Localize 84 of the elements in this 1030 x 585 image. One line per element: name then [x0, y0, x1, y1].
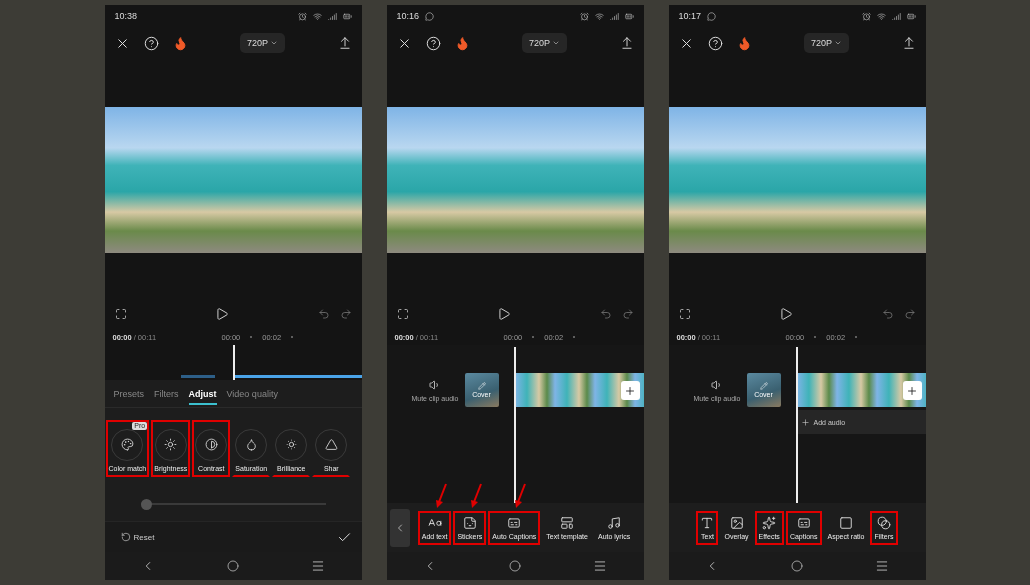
undo-icon[interactable] — [317, 308, 330, 320]
template-icon — [560, 515, 575, 530]
export-icon[interactable] — [619, 36, 634, 50]
help-icon[interactable] — [707, 35, 723, 51]
wifi-icon — [594, 11, 604, 21]
play-icon[interactable] — [497, 307, 511, 321]
wifi-icon — [312, 11, 322, 21]
fullscreen-icon[interactable] — [114, 308, 127, 320]
speaker-icon[interactable] — [710, 378, 723, 391]
signal-icon — [891, 11, 901, 21]
play-icon[interactable] — [779, 307, 793, 321]
home-nav-icon[interactable] — [791, 560, 803, 572]
square-icon — [839, 515, 853, 530]
menu-icon[interactable] — [311, 559, 326, 573]
reset-icon — [120, 532, 131, 543]
export-icon[interactable] — [901, 36, 916, 50]
status-time: 10:17 — [678, 11, 702, 21]
music-note-icon — [607, 515, 622, 530]
help-icon[interactable] — [143, 35, 159, 51]
help-icon[interactable] — [425, 35, 441, 51]
sticker-icon — [462, 515, 477, 530]
redo-icon[interactable] — [903, 308, 916, 320]
battery-icon — [624, 11, 634, 21]
brightness-icon — [164, 438, 178, 451]
caret-icon — [552, 39, 560, 47]
flame-icon[interactable] — [736, 35, 752, 51]
quality-dropdown[interactable]: 720P — [522, 33, 567, 53]
signal-icon — [327, 11, 337, 21]
palette-icon — [120, 438, 134, 451]
alarm-icon — [297, 11, 307, 21]
menu-icon[interactable] — [593, 559, 608, 573]
quality-dropdown[interactable]: 720P — [804, 33, 849, 53]
caret-icon — [270, 39, 278, 47]
filters-icon — [877, 515, 891, 530]
alarm-icon — [861, 11, 871, 21]
tab[interactable]: Adjust — [188, 382, 217, 405]
plus-icon — [800, 417, 810, 427]
pencil-icon — [759, 382, 768, 390]
signal-icon — [609, 11, 619, 21]
wifi-icon — [876, 11, 886, 21]
fullscreen-icon[interactable] — [396, 308, 409, 320]
sun-icon — [284, 438, 298, 451]
text-icon — [700, 515, 715, 530]
redo-icon[interactable] — [339, 308, 352, 320]
fullscreen-icon[interactable] — [678, 308, 691, 320]
sparkle-icon — [762, 515, 777, 530]
quality-dropdown[interactable]: 720P — [240, 33, 285, 53]
reset-button[interactable]: Reset — [114, 531, 161, 544]
captions-icon — [507, 515, 522, 530]
tab[interactable]: Video quality — [226, 382, 278, 405]
home-nav-icon[interactable] — [227, 560, 239, 572]
speaker-icon[interactable] — [428, 378, 441, 391]
battery-icon — [342, 11, 352, 21]
status-time: 10:16 — [396, 11, 420, 21]
undo-icon[interactable] — [881, 308, 894, 320]
alarm-icon — [579, 11, 589, 21]
battery-icon — [906, 11, 916, 21]
video-clip-strip[interactable] — [514, 373, 644, 407]
plus-icon — [624, 384, 636, 397]
pencil-icon — [477, 382, 486, 390]
home-nav-icon[interactable] — [509, 560, 521, 572]
video-clip-strip[interactable] — [796, 373, 926, 407]
plus-icon — [906, 384, 918, 397]
tab[interactable]: Presets — [113, 382, 144, 405]
playhead-line[interactable] — [795, 347, 798, 503]
caret-icon — [834, 39, 842, 47]
triangle-icon — [324, 438, 338, 451]
redo-icon[interactable] — [621, 308, 634, 320]
undo-icon[interactable] — [599, 308, 612, 320]
playhead-line[interactable] — [513, 347, 516, 503]
image-icon — [729, 515, 744, 530]
contrast-icon — [204, 438, 218, 451]
slider-thumb[interactable] — [140, 498, 152, 510]
tab[interactable]: Filters — [154, 382, 179, 405]
captions-icon — [796, 515, 811, 530]
add-clip-button[interactable] — [620, 381, 640, 400]
add-clip-button[interactable] — [902, 381, 922, 400]
menu-icon[interactable] — [875, 559, 890, 573]
flame-icon[interactable] — [172, 35, 188, 51]
status-time: 10:38 — [114, 11, 138, 21]
droplet-icon — [244, 438, 258, 451]
play-icon[interactable] — [215, 307, 229, 321]
flame-icon[interactable] — [454, 35, 470, 51]
export-icon[interactable] — [337, 36, 352, 50]
